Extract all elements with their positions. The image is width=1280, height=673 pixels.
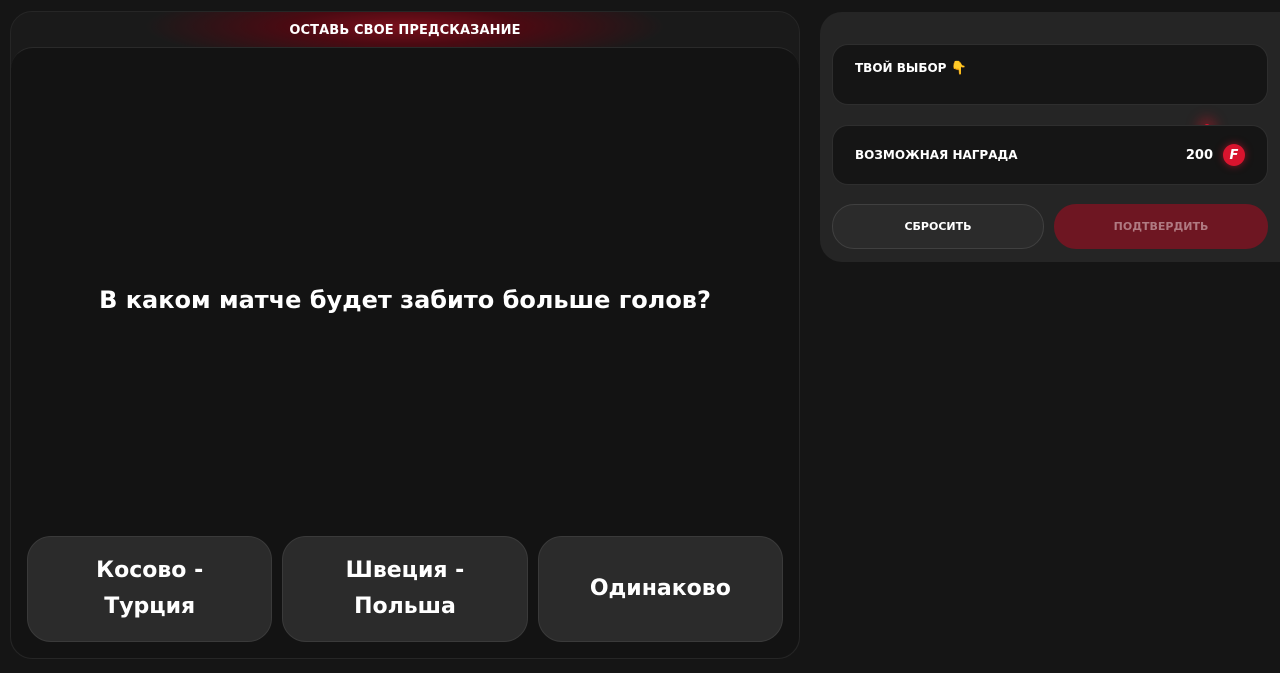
prediction-page: ОСТАВЬ СВОЕ ПРЕДСКАЗАНИЕ В каком матче б… [0,0,1280,673]
question-text: В каком матче будет забито больше голов? [99,286,711,314]
card-header: ОСТАВЬ СВОЕ ПРЕДСКАЗАНИЕ [11,12,799,48]
card-title: ОСТАВЬ СВОЕ ПРЕДСКАЗАНИЕ [289,22,521,38]
option-kosovo-turkey[interactable]: Косово - Турция [27,536,273,642]
question-panel: В каком матче будет забито больше голов?… [11,47,799,658]
pointing-down-hand-icon: 👇 [950,61,967,76]
f-coin-icon: F [1223,144,1245,166]
your-choice-box: ТВОЙ ВЫБОР 👇 [832,44,1268,105]
your-choice-label: ТВОЙ ВЫБОР [855,61,947,75]
selection-panel: ТВОЙ ВЫБОР 👇 ВОЗМОЖНАЯ НАГРАДА 200 F СБР… [820,12,1280,262]
answer-options: Косово - Турция Швеция - Польша Одинаков… [27,536,783,642]
prediction-card: ОСТАВЬ СВОЕ ПРЕДСКАЗАНИЕ В каком матче б… [10,11,800,659]
option-sweden-poland[interactable]: Швеция - Польша [282,536,528,642]
reward-value: 200 [1185,147,1213,163]
reset-button[interactable]: СБРОСИТЬ [832,204,1044,249]
reward-amount: 200 F [1186,144,1245,166]
confirm-button[interactable]: ПОДТВЕРДИТЬ [1054,204,1268,249]
reward-label: ВОЗМОЖНАЯ НАГРАДА [855,148,1018,162]
option-equal[interactable]: Одинаково [537,536,783,642]
reward-box: ВОЗМОЖНАЯ НАГРАДА 200 F [832,125,1268,185]
